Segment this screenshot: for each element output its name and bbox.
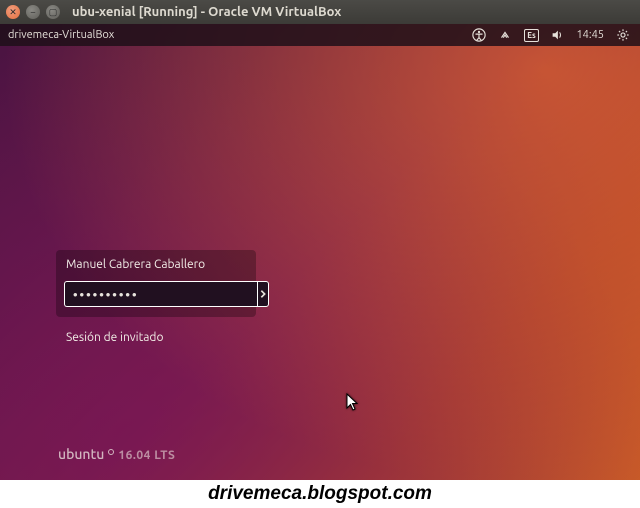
password-row bbox=[56, 275, 256, 317]
clock-label[interactable]: 14:45 bbox=[576, 29, 604, 41]
chevron-right-icon bbox=[258, 289, 268, 299]
minimize-icon[interactable]: – bbox=[26, 5, 40, 19]
hostname-label: drivemeca-VirtualBox bbox=[8, 29, 114, 41]
password-input[interactable] bbox=[64, 281, 257, 307]
mouse-cursor-icon bbox=[346, 393, 360, 413]
selected-user-label[interactable]: Manuel Cabrera Caballero bbox=[56, 250, 256, 275]
distro-version: 16.04 LTS bbox=[118, 449, 175, 462]
ubuntu-brand: ubuntu 16.04 LTS bbox=[58, 446, 175, 462]
circle-of-friends-icon bbox=[108, 449, 114, 455]
top-menubar: drivemeca-VirtualBox Es 14:45 bbox=[0, 24, 640, 46]
virtualbox-window: ✕ – ▢ ubu-xenial [Running] - Oracle VM V… bbox=[0, 0, 640, 480]
window-title: ubu-xenial [Running] - Oracle VM Virtual… bbox=[72, 5, 341, 19]
guest-session-link[interactable]: Sesión de invitado bbox=[56, 331, 256, 344]
maximize-icon[interactable]: ▢ bbox=[46, 5, 60, 19]
accessibility-icon[interactable] bbox=[470, 26, 488, 44]
network-icon[interactable] bbox=[496, 26, 514, 44]
close-icon[interactable]: ✕ bbox=[6, 5, 20, 19]
window-titlebar[interactable]: ✕ – ▢ ubu-xenial [Running] - Oracle VM V… bbox=[0, 0, 640, 24]
keyboard-layout-indicator[interactable]: Es bbox=[522, 26, 540, 44]
login-panel: Manuel Cabrera Caballero Sesión de invit… bbox=[56, 250, 256, 344]
sound-icon[interactable] bbox=[548, 26, 566, 44]
watermark-text: drivemeca.blogspot.com bbox=[0, 480, 640, 505]
login-submit-button[interactable] bbox=[257, 281, 269, 307]
gear-icon[interactable] bbox=[614, 26, 632, 44]
keyboard-layout-label: Es bbox=[524, 29, 539, 42]
distro-name: ubuntu bbox=[58, 446, 104, 462]
guest-desktop: drivemeca-VirtualBox Es 14:45 Manuel Cab… bbox=[0, 24, 640, 480]
